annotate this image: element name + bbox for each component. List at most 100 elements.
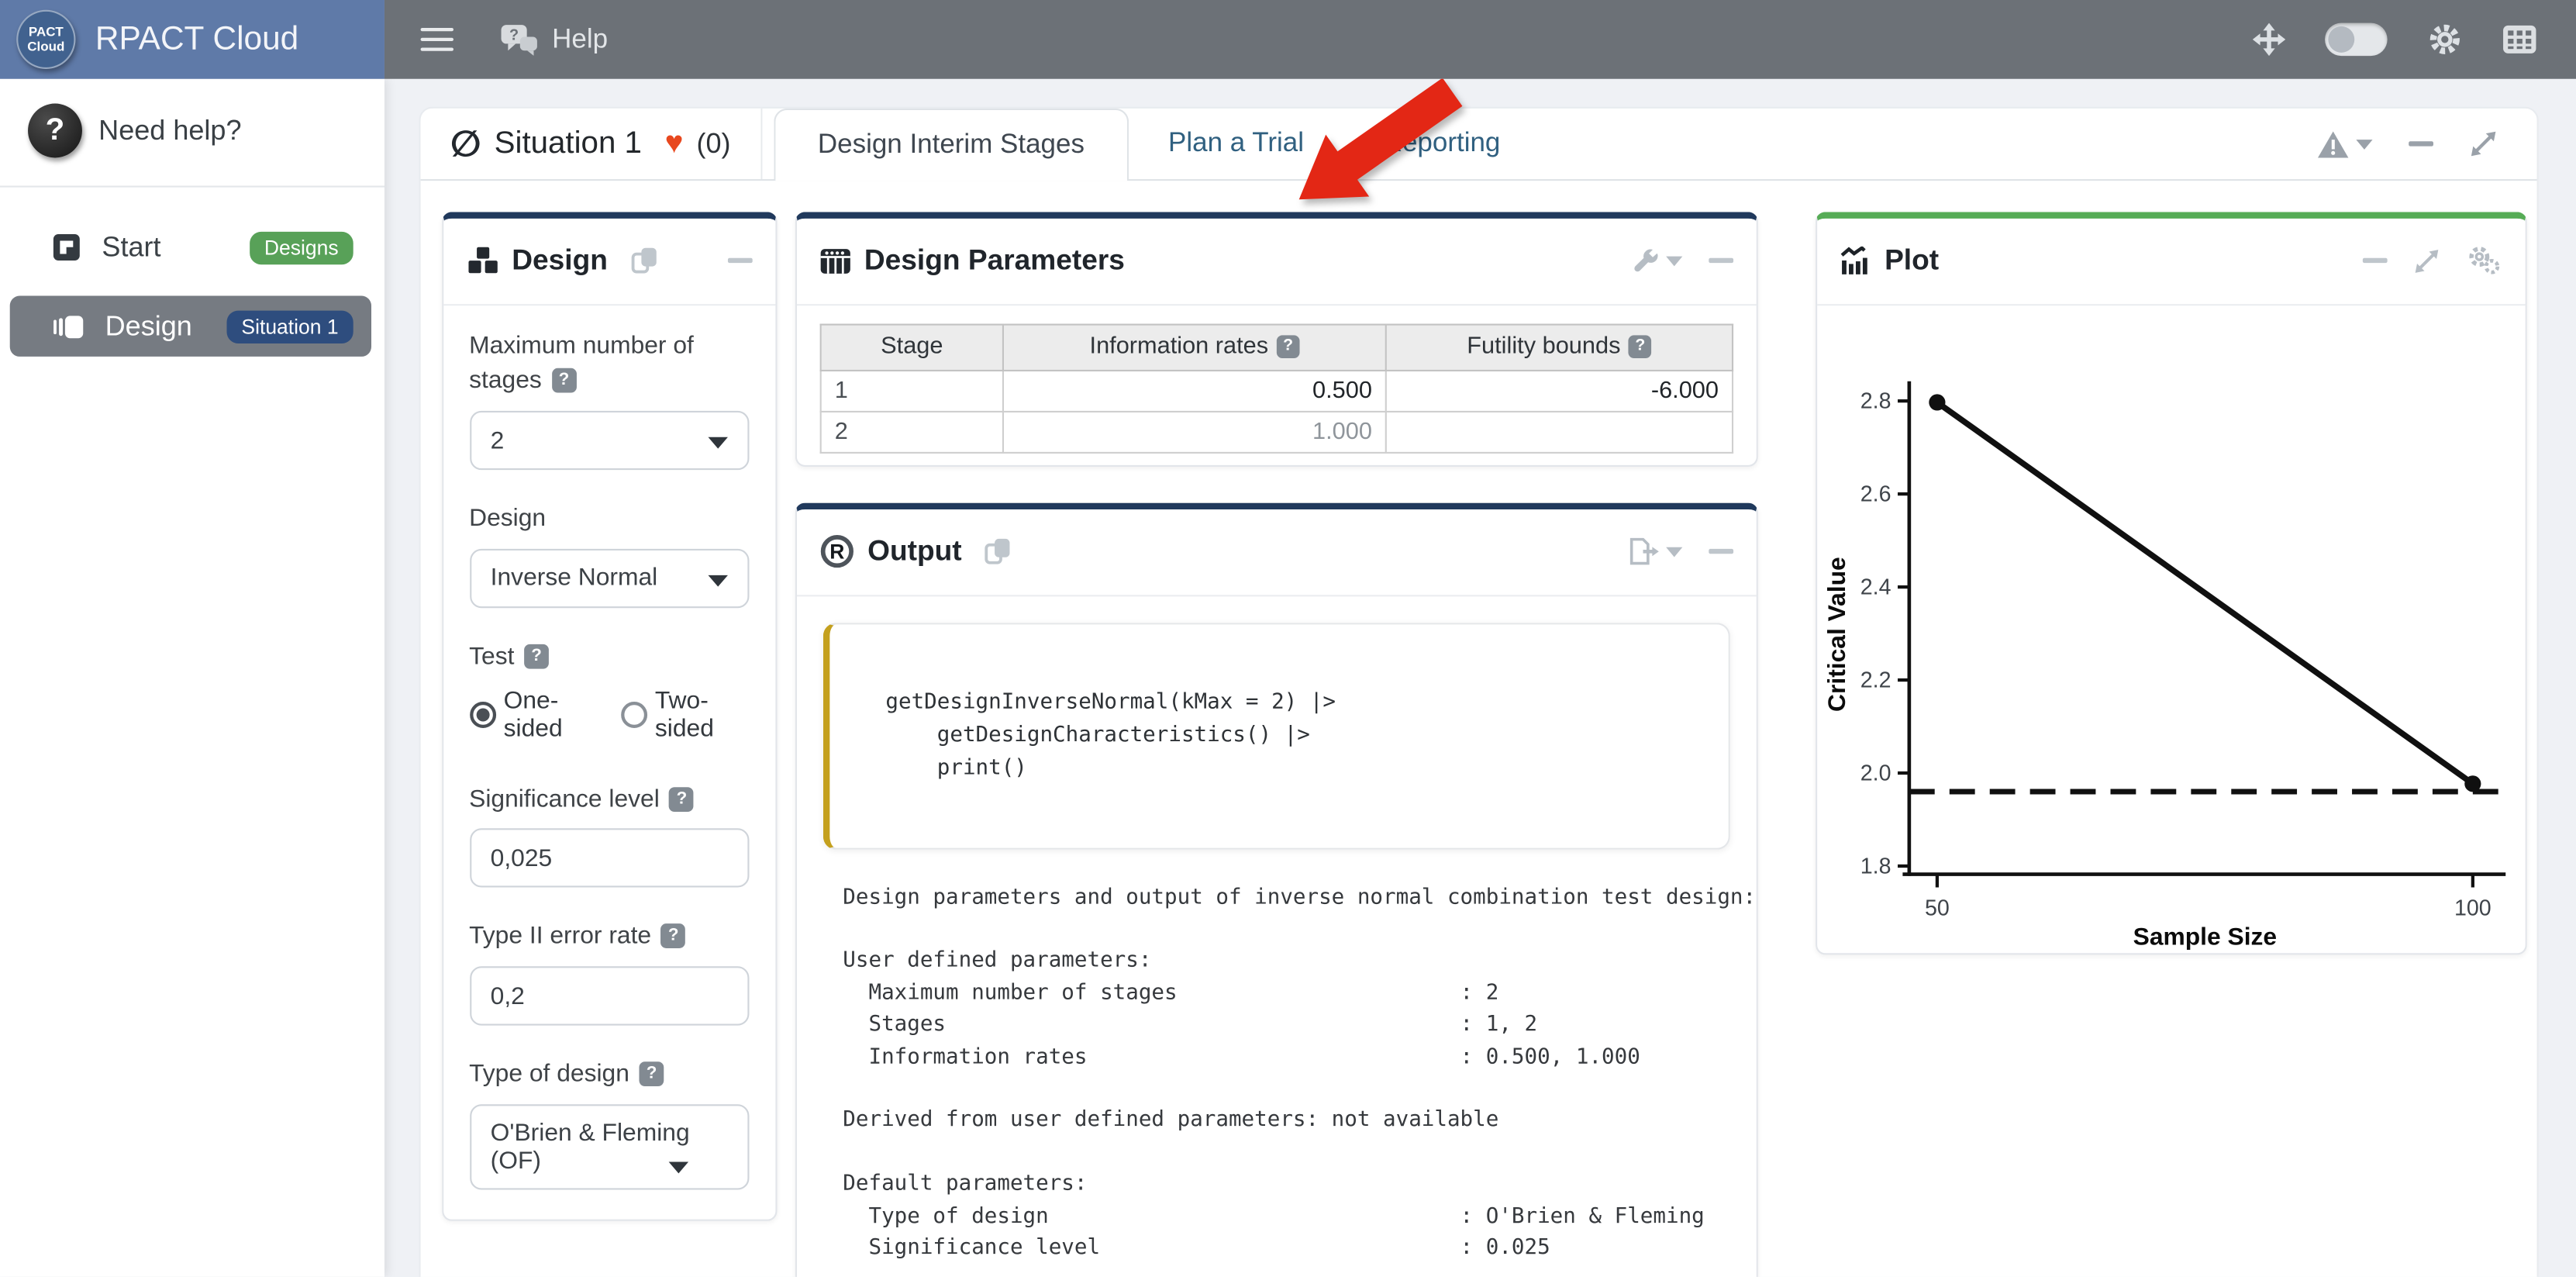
help-icon[interactable]: ?	[669, 786, 694, 811]
plot-settings-gears-icon[interactable]	[2466, 245, 2502, 276]
col-futility-bounds: Futility bounds?	[1386, 324, 1733, 370]
tab-content: Design	[421, 181, 2537, 1277]
table-row: 2 1.000	[821, 411, 1733, 452]
output-body: getDesignInverseNormal(kMax = 2) |> getD…	[797, 595, 1757, 1277]
radio-label: Two-sided	[655, 686, 750, 742]
export-dropdown[interactable]	[1628, 537, 1682, 565]
top-bar: PACT Cloud RPACT Cloud ? Help	[0, 0, 2576, 79]
favorite-heart-icon[interactable]: ♥	[665, 128, 684, 159]
tab-plan-a-trial[interactable]: Plan a Trial	[1129, 109, 1343, 179]
information-rate-cell[interactable]: 0.500	[1003, 370, 1386, 411]
sidebar-item-start[interactable]: Start Designs	[10, 217, 371, 278]
help-label: Help	[552, 24, 608, 55]
tab-bar: ∅ Situation 1 ♥ (0) Design Interim Stage…	[421, 109, 2537, 181]
chart-icon	[1840, 247, 1871, 274]
rpact-logo: PACT Cloud	[16, 10, 75, 69]
help-icon[interactable]: ?	[661, 924, 686, 949]
svg-text:Sample Size: Sample Size	[2133, 922, 2277, 950]
wrench-icon	[1633, 247, 1660, 274]
radio-two-sided[interactable]: Two-sided	[620, 686, 749, 742]
logo-text-2: Cloud	[27, 40, 64, 54]
file-export-icon	[1628, 537, 1659, 565]
sidebar-item-design[interactable]: Design Situation 1	[10, 296, 371, 357]
collapse-card-button[interactable]	[2409, 142, 2433, 146]
design-icon	[53, 313, 84, 340]
svg-text:2.0: 2.0	[1860, 760, 1891, 785]
empty-set-icon: ∅	[450, 126, 481, 162]
output-panel-header: R Output	[797, 509, 1757, 595]
col-information-rates: Information rates?	[1003, 324, 1386, 370]
collapse-panel-button[interactable]	[1709, 258, 1733, 262]
futility-bound-cell[interactable]	[1386, 411, 1733, 452]
collapse-panel-button[interactable]	[728, 258, 753, 262]
field-label: Type of design?	[469, 1057, 749, 1092]
workspace-card: ∅ Situation 1 ♥ (0) Design Interim Stage…	[419, 107, 2538, 1277]
r-code-text[interactable]: getDesignInverseNormal(kMax = 2) |> getD…	[885, 686, 1695, 785]
copy-icon[interactable]	[985, 537, 1012, 565]
type-of-design-select[interactable]: O'Brien & Fleming (OF)	[469, 1104, 749, 1189]
design-method-select[interactable]: Inverse Normal	[469, 548, 749, 607]
chevron-down-icon	[1666, 547, 1682, 557]
chevron-down-icon	[1666, 256, 1682, 266]
help-icon[interactable]: ?	[1277, 334, 1300, 357]
svg-text:2.6: 2.6	[1860, 481, 1891, 506]
need-help-link[interactable]: ? Need help?	[0, 79, 385, 186]
help-icon[interactable]: ?	[1629, 334, 1652, 357]
design-panel-header: Design	[443, 218, 775, 305]
select-value: Inverse Normal	[491, 564, 658, 592]
stage-cell: 1	[821, 370, 1003, 411]
table-settings-dropdown[interactable]	[1633, 247, 1683, 274]
warnings-dropdown[interactable]	[2316, 129, 2372, 158]
copy-icon[interactable]	[631, 247, 659, 274]
plot-panel-header: Plot	[1817, 218, 2526, 305]
minus-icon	[1709, 549, 1733, 553]
top-navbar: ? Help	[385, 0, 2576, 79]
svg-text:50: 50	[1925, 896, 1950, 920]
start-icon	[53, 233, 81, 261]
input-value: 0,2	[491, 982, 525, 1010]
sidebar-nav: Start Designs Design Situation 1	[0, 188, 385, 357]
field-label: Significance level?	[469, 782, 749, 817]
tab-label: Plan a Trial	[1168, 128, 1304, 159]
futility-bound-cell[interactable]: -6.000	[1386, 370, 1733, 411]
app-window: PACT Cloud R PACT Cloud ? Help	[0, 0, 2576, 1277]
panel-title: Output	[867, 534, 962, 569]
situation-header: ∅ Situation 1 ♥ (0)	[421, 109, 762, 179]
expand-card-icon[interactable]	[2470, 129, 2498, 157]
help-icon[interactable]: ?	[524, 644, 549, 669]
radio-one-sided[interactable]: One-sided	[469, 686, 599, 742]
dark-mode-toggle[interactable]	[2325, 23, 2388, 56]
svg-text:2.8: 2.8	[1860, 388, 1891, 413]
tab-design-interim-stages[interactable]: Design Interim Stages	[774, 109, 1129, 181]
table-icon	[820, 247, 851, 274]
situation-badge: Situation 1	[226, 310, 353, 343]
help-icon[interactable]: ?	[640, 1061, 664, 1086]
apps-grid-icon[interactable]	[2502, 25, 2537, 54]
panel-title: Design Parameters	[864, 243, 1125, 278]
logo-text-1: PACT	[29, 25, 64, 40]
design-parameters-panel: Design Parameters	[795, 211, 1758, 466]
cubes-icon	[466, 247, 498, 274]
collapse-panel-button[interactable]	[1709, 549, 1733, 553]
stage-cell: 2	[821, 411, 1003, 452]
collapse-panel-button[interactable]	[2363, 258, 2388, 262]
radio-dot	[469, 701, 495, 727]
field-label: Design	[469, 501, 749, 537]
svg-text:100: 100	[2454, 896, 2492, 920]
toggle-knob	[2328, 26, 2354, 53]
help-button[interactable]: ? Help	[499, 23, 608, 56]
hamburger-menu-icon[interactable]	[421, 27, 453, 51]
card-actions	[2316, 109, 2536, 179]
max-stages-select[interactable]: 2	[469, 411, 749, 470]
fullscreen-icon[interactable]	[2253, 23, 2285, 56]
information-rate-cell[interactable]: 1.000	[1003, 411, 1386, 452]
type2-error-input[interactable]: 0,2	[469, 966, 749, 1025]
chevron-down-icon	[2356, 139, 2372, 149]
sidebar: ? Need help? Start Designs Design S	[0, 79, 385, 1277]
svg-text:R: R	[829, 540, 844, 564]
significance-level-input[interactable]: 0,025	[469, 829, 749, 888]
help-icon[interactable]: ?	[552, 369, 577, 394]
light-mode-sun-icon[interactable]	[2427, 22, 2464, 58]
expand-plot-icon[interactable]	[2414, 247, 2440, 274]
tab-reporting[interactable]: Reporting	[1343, 109, 1540, 179]
